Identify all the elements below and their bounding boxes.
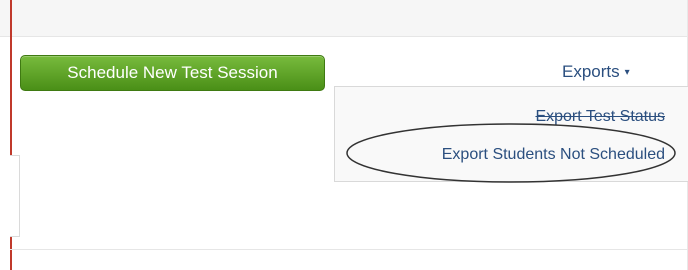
export-test-status-item[interactable]: Export Test Status [535,105,665,129]
exports-dropdown-toggle[interactable]: Exports ▾ [562,60,630,84]
export-students-not-scheduled-item[interactable]: Export Students Not Scheduled [442,143,665,167]
exports-label: Exports [562,62,620,81]
exports-dropdown-menu: Export Test Status Export Students Not S… [334,86,688,182]
side-panel-edge [10,155,20,237]
header-band [0,0,688,37]
content-divider [10,249,688,250]
caret-down-icon: ▾ [624,67,630,78]
schedule-new-test-session-button[interactable]: Schedule New Test Session [20,55,325,91]
